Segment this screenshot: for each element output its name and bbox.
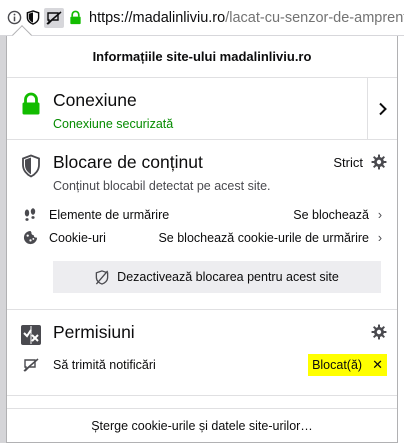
- cookie-icon: [17, 230, 43, 245]
- content-blocking-section: Blocare de conținut Conținut blocabil de…: [7, 140, 397, 310]
- panel-title: Informațiile site-ului madalinliviu.ro: [7, 36, 397, 78]
- url-text[interactable]: https://madalinliviu.ro/lacat-cu-senzor-…: [89, 10, 404, 26]
- cookies-label: Cookie-uri: [49, 230, 106, 245]
- tracking-elements-value: Se blochează: [293, 207, 369, 222]
- tracking-elements-row[interactable]: Elemente de urmărire Se blochează ›: [17, 203, 387, 226]
- permission-status-badge: Blocat(ă) ✕: [308, 354, 387, 376]
- cookies-row[interactable]: Cookie-uri Se blochează cookie-urile de …: [17, 226, 387, 249]
- blocking-mode-label: Strict: [333, 154, 363, 170]
- chevron-right-icon: ›: [377, 207, 383, 222]
- lock-icon: [17, 90, 45, 127]
- clear-cookies-label: Șterge cookie-urile și datele site-urilo…: [91, 418, 313, 433]
- gear-icon[interactable]: [371, 154, 387, 170]
- content-blocking-title: Blocare de conținut: [53, 152, 203, 172]
- connection-section: Conexiune Conexiune securizată: [7, 78, 397, 140]
- tracking-elements-label: Elemente de urmărire: [49, 207, 170, 222]
- page-background-right: [398, 36, 404, 443]
- notifications-label: Să trimită notificări: [53, 358, 156, 372]
- permission-status: Blocat(ă): [312, 358, 363, 372]
- url-host: https://madalinliviu.ro: [89, 9, 226, 26]
- shield-off-icon: [95, 269, 109, 285]
- shield-icon[interactable]: [25, 10, 41, 26]
- clear-cookies-button[interactable]: Șterge cookie-urile și datele site-urilo…: [7, 408, 397, 442]
- disable-blocking-button[interactable]: Dezactivează blocarea pentru acest site: [53, 261, 381, 293]
- info-icon[interactable]: [6, 10, 22, 26]
- blocking-mode: Strict: [333, 152, 387, 170]
- remove-permission-button[interactable]: ✕: [372, 357, 383, 373]
- url-bar[interactable]: https://madalinliviu.ro/lacat-cu-senzor-…: [0, 0, 404, 36]
- chevron-right-icon: [378, 102, 387, 115]
- footprints-icon: [17, 207, 43, 222]
- lock-icon[interactable]: [67, 10, 83, 26]
- gear-icon[interactable]: [371, 322, 387, 345]
- connection-title: Conexiune: [53, 90, 137, 110]
- permissions-icon: [17, 322, 45, 346]
- notifications-permission-row: Să trimită notificări Blocat(ă) ✕: [17, 354, 387, 376]
- chevron-right-icon: ›: [377, 230, 383, 245]
- disable-blocking-label: Dezactivează blocarea pentru acest site: [117, 270, 339, 284]
- site-info-panel: Informațiile site-ului madalinliviu.ro C…: [6, 25, 398, 443]
- blocked-notification-icon: [17, 358, 45, 372]
- url-path: /lacat-cu-senzor-de-amprent: [225, 9, 404, 26]
- permissions-title: Permisiuni: [53, 322, 135, 342]
- blocked-notification-icon[interactable]: [44, 7, 64, 28]
- shield-icon: [17, 152, 45, 178]
- permissions-section: Permisiuni Să trimită notificări Blocat(…: [7, 310, 397, 396]
- connection-details-button[interactable]: [367, 78, 397, 139]
- blocking-items: Elemente de urmărire Se blochează › Cook…: [17, 203, 387, 249]
- content-blocking-subtitle: Conținut blocabil detectat pe acest site…: [53, 179, 271, 193]
- cookies-value: Se blochează cookie-urile de urmărire: [158, 230, 369, 245]
- connection-status: Conexiune securizată: [53, 117, 174, 131]
